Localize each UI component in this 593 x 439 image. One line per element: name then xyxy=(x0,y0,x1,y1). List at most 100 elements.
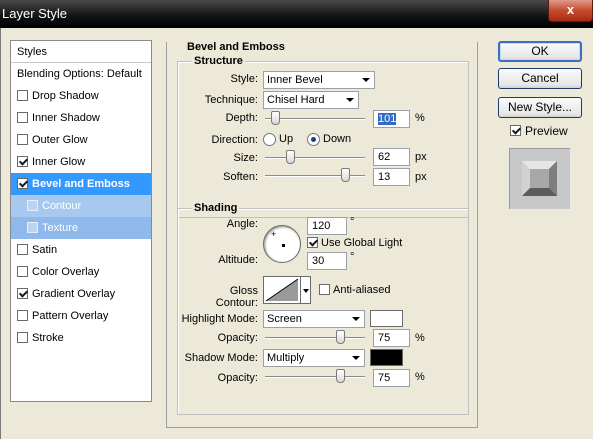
gloss-contour-picker[interactable] xyxy=(263,276,301,304)
style-item-label: Bevel and Emboss xyxy=(32,178,130,190)
style-value: Inner Bevel xyxy=(267,74,323,86)
soften-input[interactable]: 13 xyxy=(373,168,410,186)
style-item-pattern-overlay[interactable]: Pattern Overlay xyxy=(11,305,151,327)
style-item-checkbox[interactable] xyxy=(17,332,28,343)
soften-slider-knob[interactable] xyxy=(341,168,350,182)
shadow-opacity-label: Opacity: xyxy=(217,372,258,384)
highlight-opacity-value: 75 xyxy=(378,332,391,344)
style-item-checkbox[interactable] xyxy=(17,244,28,255)
style-item-inner-shadow[interactable]: Inner Shadow xyxy=(11,107,151,129)
close-icon: x xyxy=(566,2,575,17)
angle-input[interactable]: 120 xyxy=(307,217,347,235)
style-item-inner-glow[interactable]: Inner Glow xyxy=(11,151,151,173)
anti-aliased-label: Anti-aliased xyxy=(333,284,391,296)
cancel-button[interactable]: Cancel xyxy=(498,68,582,89)
ok-button[interactable]: OK xyxy=(498,41,582,62)
highlight-mode-value: Screen xyxy=(267,313,302,325)
gloss-contour-dropdown[interactable] xyxy=(301,276,311,304)
highlight-mode-label: Highlight Mode: xyxy=(181,313,258,325)
direction-up-radio[interactable] xyxy=(263,133,276,146)
depth-value: 101 xyxy=(378,113,397,125)
style-item-checkbox[interactable] xyxy=(17,112,28,123)
size-input[interactable]: 62 xyxy=(373,148,410,166)
direction-up-label: Up xyxy=(279,133,294,145)
altitude-input[interactable]: 30 xyxy=(307,252,347,270)
soften-value: 13 xyxy=(378,171,391,183)
depth-slider-knob[interactable] xyxy=(271,111,280,125)
technique-select[interactable]: Chisel Hard xyxy=(263,91,359,109)
style-item-label: Inner Glow xyxy=(32,156,86,168)
style-item-bevel-and-emboss[interactable]: Bevel and Emboss xyxy=(11,173,151,195)
depth-unit: % xyxy=(415,112,425,124)
shadow-mode-label: Shadow Mode: xyxy=(184,352,258,364)
size-unit: px xyxy=(415,151,427,163)
style-item-label: Texture xyxy=(42,222,79,234)
angle-unit: ° xyxy=(350,216,355,228)
new-style-button[interactable]: New Style... xyxy=(498,97,582,118)
dialog-body: Styles Blending Options: Default Drop Sha… xyxy=(0,28,593,439)
style-item-label: Satin xyxy=(32,244,58,256)
style-item-checkbox[interactable] xyxy=(17,266,28,277)
styles-list-header[interactable]: Styles xyxy=(11,41,151,63)
use-global-light-checkbox[interactable] xyxy=(307,237,318,248)
soften-unit: px xyxy=(415,171,427,183)
size-slider-knob[interactable] xyxy=(286,150,295,164)
style-item-checkbox[interactable] xyxy=(17,134,28,145)
style-item-checkbox[interactable] xyxy=(17,156,28,167)
soften-slider[interactable] xyxy=(265,168,365,182)
shadow-color-swatch[interactable] xyxy=(370,349,403,366)
style-select[interactable]: Inner Bevel xyxy=(263,71,375,89)
style-item-checkbox[interactable] xyxy=(27,200,38,211)
style-item-texture[interactable]: Texture xyxy=(11,217,151,239)
highlight-opacity-slider[interactable] xyxy=(265,330,365,344)
style-item-checkbox[interactable] xyxy=(27,222,38,233)
style-item-outer-glow[interactable]: Outer Glow xyxy=(11,129,151,151)
style-item-blending-options-default[interactable]: Blending Options: Default xyxy=(11,63,151,85)
panel-title: Bevel and Emboss xyxy=(185,41,287,53)
style-item-label: Outer Glow xyxy=(32,134,88,146)
shadow-opacity-value: 75 xyxy=(378,372,391,384)
style-item-contour[interactable]: Contour xyxy=(11,195,151,217)
size-value: 62 xyxy=(378,151,391,163)
highlight-mode-select[interactable]: Screen xyxy=(263,310,365,328)
size-slider[interactable] xyxy=(265,150,365,164)
direction-down-radio[interactable] xyxy=(307,133,320,146)
style-item-checkbox[interactable] xyxy=(17,178,28,189)
close-button[interactable]: x xyxy=(548,0,593,22)
highlight-opacity-knob[interactable] xyxy=(336,330,345,344)
direction-down-label: Down xyxy=(323,133,352,145)
style-item-satin[interactable]: Satin xyxy=(11,239,151,261)
style-item-stroke[interactable]: Stroke xyxy=(11,327,151,349)
shadow-opacity-unit: % xyxy=(415,371,425,383)
highlight-color-swatch[interactable] xyxy=(370,310,403,327)
style-preview-thumbnail xyxy=(508,147,571,210)
style-item-label: Stroke xyxy=(32,332,64,344)
gloss-contour-label: Gloss Contour: xyxy=(215,285,258,309)
highlight-opacity-unit: % xyxy=(415,332,425,344)
depth-label: Depth: xyxy=(225,112,258,124)
style-item-color-overlay[interactable]: Color Overlay xyxy=(11,261,151,283)
style-item-checkbox[interactable] xyxy=(17,310,28,321)
shading-title: Shading xyxy=(192,202,240,214)
technique-value: Chisel Hard xyxy=(267,94,325,106)
style-item-label: Pattern Overlay xyxy=(32,310,109,322)
highlight-opacity-label: Opacity: xyxy=(217,332,258,344)
shadow-mode-select[interactable]: Multiply xyxy=(263,349,365,367)
shadow-opacity-knob[interactable] xyxy=(336,369,345,383)
style-item-gradient-overlay[interactable]: Gradient Overlay xyxy=(11,283,151,305)
depth-slider[interactable] xyxy=(265,111,365,125)
style-item-drop-shadow[interactable]: Drop Shadow xyxy=(11,85,151,107)
anti-aliased-checkbox[interactable] xyxy=(319,284,330,295)
depth-input[interactable]: 101 xyxy=(373,110,410,128)
preview-checkbox[interactable] xyxy=(510,125,521,136)
style-label: Style: xyxy=(230,73,258,85)
angle-dial[interactable]: + xyxy=(263,225,301,263)
style-item-checkbox[interactable] xyxy=(17,90,28,101)
shadow-opacity-input[interactable]: 75 xyxy=(373,369,410,387)
bevel-preview-icon xyxy=(522,161,557,196)
highlight-opacity-input[interactable]: 75 xyxy=(373,329,410,347)
style-item-label: Contour xyxy=(42,200,82,212)
altitude-unit: ° xyxy=(350,251,355,263)
style-item-checkbox[interactable] xyxy=(17,288,28,299)
shadow-opacity-slider[interactable] xyxy=(265,369,365,383)
